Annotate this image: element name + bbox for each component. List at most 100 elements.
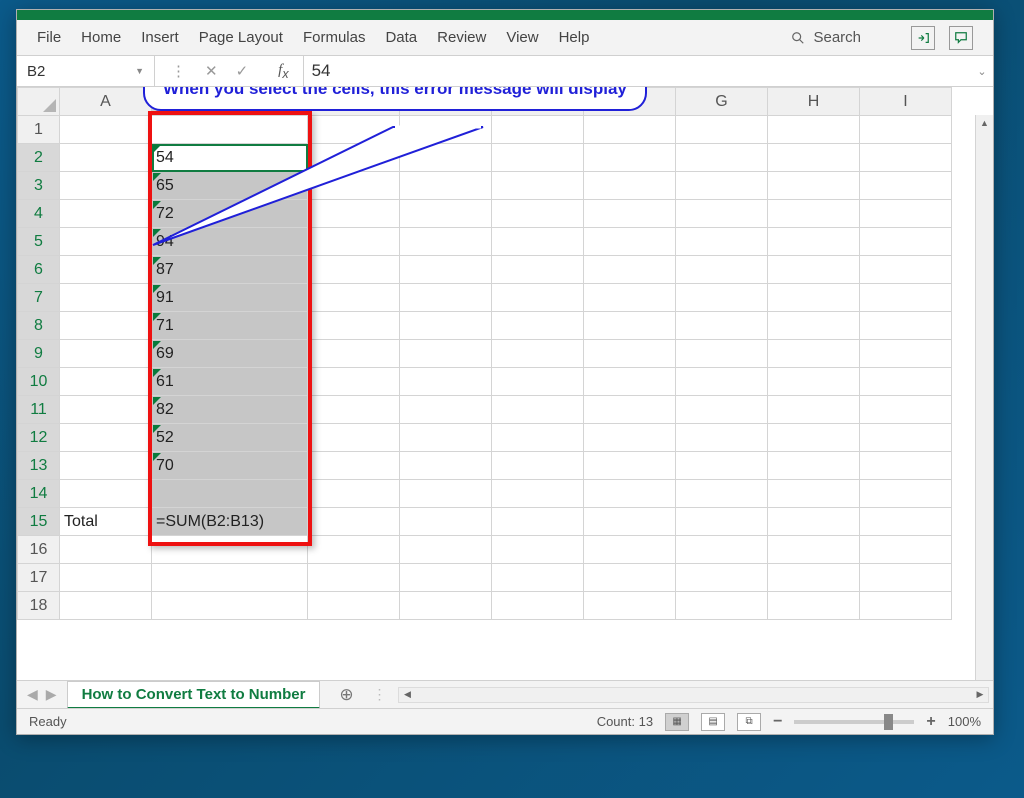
cell[interactable] bbox=[768, 228, 860, 256]
cell[interactable] bbox=[676, 256, 768, 284]
cell[interactable] bbox=[60, 228, 152, 256]
cell[interactable] bbox=[492, 564, 584, 592]
row-header[interactable]: 6 bbox=[18, 256, 60, 284]
fx-icon[interactable]: fx bbox=[278, 62, 288, 81]
formula-input[interactable]: 54 bbox=[303, 56, 971, 86]
cell[interactable] bbox=[492, 284, 584, 312]
cell[interactable] bbox=[400, 396, 492, 424]
cell[interactable] bbox=[400, 144, 492, 172]
zoom-level[interactable]: 100% bbox=[948, 714, 981, 729]
zoom-out-button[interactable]: − bbox=[773, 713, 782, 731]
view-page-layout-icon[interactable]: ▤ bbox=[701, 713, 725, 731]
cell[interactable] bbox=[60, 480, 152, 508]
cell[interactable] bbox=[860, 228, 952, 256]
hscroll-right-icon[interactable]: ▶ bbox=[972, 688, 988, 702]
cell[interactable] bbox=[860, 452, 952, 480]
row-header[interactable]: 11 bbox=[18, 396, 60, 424]
cell-B9[interactable]: 69 bbox=[152, 340, 308, 368]
cell[interactable] bbox=[860, 536, 952, 564]
cell[interactable] bbox=[584, 172, 676, 200]
zoom-in-button[interactable]: + bbox=[926, 713, 935, 731]
cell[interactable] bbox=[400, 480, 492, 508]
row-header[interactable]: 10 bbox=[18, 368, 60, 396]
cell[interactable] bbox=[492, 508, 584, 536]
cell[interactable] bbox=[60, 340, 152, 368]
cell[interactable] bbox=[768, 396, 860, 424]
row-header[interactable]: 13 bbox=[18, 452, 60, 480]
cell[interactable] bbox=[152, 592, 308, 620]
row-header[interactable]: 15 bbox=[18, 508, 60, 536]
tab-data[interactable]: Data bbox=[385, 23, 417, 52]
enter-icon[interactable]: ✓ bbox=[236, 62, 249, 80]
col-header-G[interactable]: G bbox=[676, 88, 768, 116]
cell[interactable] bbox=[492, 200, 584, 228]
col-header-A[interactable]: A bbox=[60, 88, 152, 116]
cell-B4[interactable]: 72 bbox=[152, 200, 308, 228]
cell[interactable] bbox=[768, 200, 860, 228]
cell[interactable] bbox=[400, 312, 492, 340]
cell[interactable] bbox=[60, 200, 152, 228]
row-header[interactable]: 3 bbox=[18, 172, 60, 200]
cell[interactable] bbox=[60, 452, 152, 480]
cell[interactable] bbox=[492, 256, 584, 284]
tab-view[interactable]: View bbox=[506, 23, 538, 52]
cell[interactable] bbox=[768, 424, 860, 452]
horizontal-scrollbar[interactable]: ◀ ▶ bbox=[398, 687, 989, 703]
cell[interactable] bbox=[676, 424, 768, 452]
row-header[interactable]: 16 bbox=[18, 536, 60, 564]
cell[interactable] bbox=[584, 312, 676, 340]
cell[interactable] bbox=[584, 116, 676, 144]
cell[interactable] bbox=[308, 452, 400, 480]
cell[interactable] bbox=[308, 116, 400, 144]
cell[interactable] bbox=[768, 284, 860, 312]
cell-B3[interactable]: 65 bbox=[152, 172, 308, 200]
cell[interactable] bbox=[860, 312, 952, 340]
cell[interactable] bbox=[308, 340, 400, 368]
tab-help[interactable]: Help bbox=[559, 23, 590, 52]
cell[interactable] bbox=[492, 424, 584, 452]
cell[interactable] bbox=[492, 340, 584, 368]
cell[interactable] bbox=[308, 592, 400, 620]
cell[interactable] bbox=[400, 452, 492, 480]
cell[interactable] bbox=[60, 312, 152, 340]
cell[interactable] bbox=[584, 228, 676, 256]
cell[interactable] bbox=[676, 340, 768, 368]
view-page-break-icon[interactable]: ⧉ bbox=[737, 713, 761, 731]
cell[interactable] bbox=[60, 116, 152, 144]
tab-insert[interactable]: Insert bbox=[141, 23, 179, 52]
cell[interactable] bbox=[308, 256, 400, 284]
cell[interactable] bbox=[492, 592, 584, 620]
cell-A15[interactable]: Total bbox=[60, 508, 152, 536]
row-header[interactable]: 5 bbox=[18, 228, 60, 256]
cell[interactable] bbox=[584, 480, 676, 508]
cell[interactable] bbox=[400, 116, 492, 144]
cell[interactable] bbox=[492, 368, 584, 396]
cell[interactable] bbox=[60, 368, 152, 396]
cell[interactable] bbox=[676, 592, 768, 620]
sheet-nav-prev-icon[interactable]: ◀ bbox=[27, 686, 38, 703]
cell[interactable] bbox=[60, 564, 152, 592]
sheet-nav-next-icon[interactable]: ▶ bbox=[46, 686, 57, 703]
name-box-dropdown-icon[interactable]: ▼ bbox=[135, 66, 144, 76]
cell[interactable] bbox=[860, 368, 952, 396]
tab-file[interactable]: File bbox=[37, 23, 61, 52]
cell[interactable] bbox=[860, 144, 952, 172]
cell[interactable] bbox=[60, 536, 152, 564]
cell-B8[interactable]: 71 bbox=[152, 312, 308, 340]
cell[interactable] bbox=[152, 116, 308, 144]
cell[interactable] bbox=[584, 592, 676, 620]
cell[interactable] bbox=[676, 536, 768, 564]
cell[interactable] bbox=[400, 592, 492, 620]
cell[interactable] bbox=[768, 592, 860, 620]
cell[interactable] bbox=[768, 144, 860, 172]
cell[interactable] bbox=[584, 368, 676, 396]
cell[interactable] bbox=[860, 256, 952, 284]
cancel-icon[interactable]: ✕ bbox=[205, 62, 218, 80]
cell-B2[interactable]: 54 bbox=[152, 144, 308, 172]
cell[interactable] bbox=[768, 172, 860, 200]
cell[interactable] bbox=[400, 564, 492, 592]
cell[interactable] bbox=[676, 312, 768, 340]
cell[interactable] bbox=[768, 116, 860, 144]
cell[interactable] bbox=[676, 396, 768, 424]
sheet-tab-active[interactable]: How to Convert Text to Number bbox=[67, 681, 321, 709]
